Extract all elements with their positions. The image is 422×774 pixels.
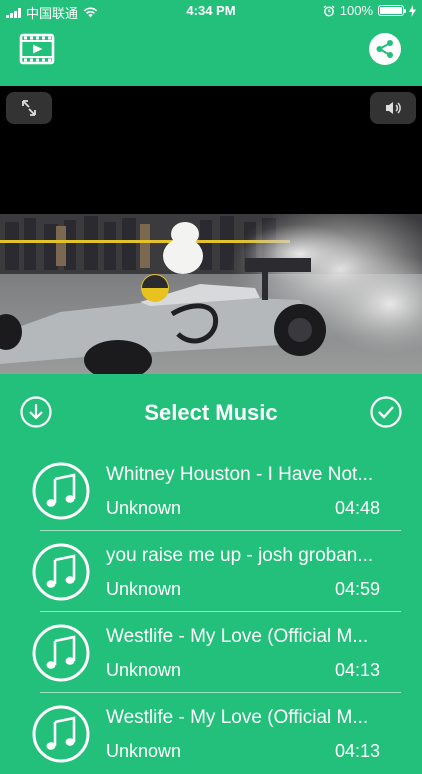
song-duration: 04:13 — [334, 741, 380, 761]
charging-icon — [409, 4, 416, 17]
song-duration: 04:59 — [334, 579, 380, 599]
volume-button[interactable] — [370, 92, 416, 124]
song-title: Westlife - My Love (Official M... — [106, 707, 369, 728]
fullscreen-button[interactable] — [6, 92, 52, 124]
section-title: Select Music — [144, 400, 278, 425]
battery-icon — [378, 5, 406, 16]
confirm-button[interactable] — [370, 396, 402, 428]
list-item[interactable]: Westlife - My Love (Official M... Unknow… — [0, 693, 422, 774]
list-item[interactable]: Westlife - My Love (Official M... Unknow… — [0, 612, 422, 693]
song-duration: 04:13 — [334, 660, 380, 680]
film-icon[interactable] — [19, 32, 55, 66]
battery-percent: 100% — [339, 3, 373, 18]
song-artist: Unknown — [106, 498, 182, 518]
song-title: you raise me up - josh groban... — [106, 545, 374, 566]
volume-icon — [386, 102, 401, 114]
video-player[interactable] — [0, 86, 422, 374]
music-header: Select Music — [0, 388, 422, 436]
share-button[interactable] — [369, 33, 401, 65]
video-frame — [0, 214, 422, 374]
share-icon — [376, 40, 393, 58]
music-note-icon — [32, 543, 90, 601]
music-note-icon — [32, 705, 90, 763]
song-artist: Unknown — [106, 660, 182, 680]
list-item[interactable]: Whitney Houston - I Have Not... Unknown … — [0, 450, 422, 531]
song-artist: Unknown — [106, 741, 182, 761]
song-title: Westlife - My Love (Official M... — [106, 626, 369, 647]
music-note-icon — [32, 462, 90, 520]
alarm-icon — [323, 4, 335, 16]
song-list: Whitney Houston - I Have Not... Unknown … — [0, 450, 422, 774]
check-circle-icon — [370, 396, 402, 428]
expand-icon — [22, 100, 36, 116]
top-nav — [0, 22, 422, 86]
song-duration: 04:48 — [334, 498, 380, 518]
list-item[interactable]: you raise me up - josh groban... Unknown… — [0, 531, 422, 612]
song-title: Whitney Houston - I Have Not... — [106, 464, 374, 485]
status-bar: 中国联通 4:34 PM 100% — [0, 0, 422, 22]
song-artist: Unknown — [106, 579, 182, 599]
music-note-icon — [32, 624, 90, 682]
